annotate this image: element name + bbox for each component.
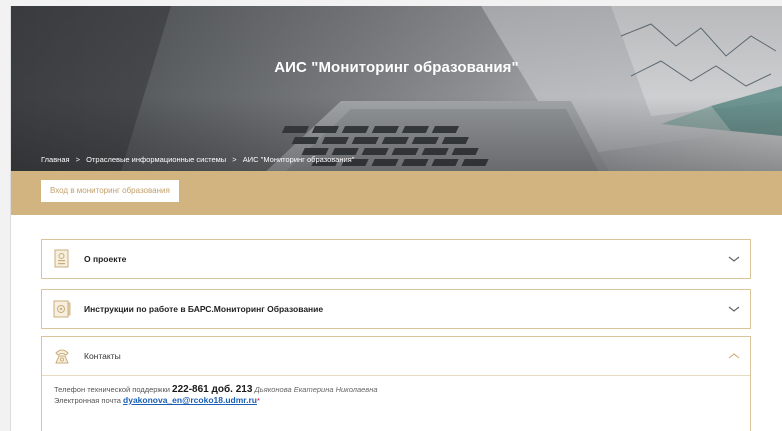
accordion-title: Инструкции по работе в БАРС.Мониторинг О…	[84, 304, 324, 314]
breadcrumb-link-systems[interactable]: Отраслевые информационные системы	[86, 155, 226, 164]
accordion-about: О проекте	[41, 239, 751, 279]
breadcrumb-link-home[interactable]: Главная	[41, 155, 70, 164]
hero-banner: АИС "Мониторинг образования" Главная > О…	[11, 6, 782, 171]
accordion-title: О проекте	[84, 254, 127, 264]
breadcrumb: Главная > Отраслевые информационные сист…	[41, 155, 354, 164]
instruction-book-icon	[53, 300, 71, 318]
page-title: АИС "Мониторинг образования"	[274, 59, 519, 76]
login-monitoring-button[interactable]: Вход в мониторинг образования	[41, 180, 179, 202]
document-icon	[54, 249, 69, 268]
accordion-title: Контакты	[84, 351, 121, 361]
page-frame: АИС "Мониторинг образования" Главная > О…	[10, 6, 782, 431]
breadcrumb-separator: >	[75, 155, 81, 164]
email-label: Электронная почта	[54, 396, 121, 405]
support-email-link[interactable]: dyakonova_en@rcoko18.udmr.ru	[123, 395, 257, 405]
chevron-down-icon[interactable]	[728, 254, 740, 264]
email-asterisk: *	[256, 396, 260, 405]
accordion-header-contacts[interactable]: Контакты	[42, 337, 750, 375]
accordion-header-about[interactable]: О проекте	[42, 240, 750, 278]
contact-person: Дьяконова Екатерина Николаевна	[254, 385, 378, 394]
action-band: Вход в мониторинг образования	[11, 171, 782, 215]
breadcrumb-separator: >	[232, 155, 237, 164]
accordion-instructions: Инструкции по работе в БАРС.Мониторинг О…	[41, 289, 751, 329]
chevron-down-icon[interactable]	[728, 304, 740, 314]
chevron-up-icon[interactable]	[728, 351, 740, 361]
phone-label: Телефон технической поддержки	[54, 385, 170, 394]
phone-number: 222-861 доб. 213	[172, 384, 253, 395]
support-phone-line: Телефон технической поддержки 222-861 до…	[54, 384, 738, 395]
support-email-line: Электронная почта dyakonova_en@rcoko18.u…	[54, 395, 738, 406]
breadcrumb-current: АИС "Мониторинг образования"	[242, 155, 355, 164]
hero-overlay	[11, 6, 782, 171]
phone-icon	[55, 349, 69, 364]
accordion-contacts: Контакты Телефон технической поддержки 2…	[41, 336, 751, 431]
accordion-header-instructions[interactable]: Инструкции по работе в БАРС.Мониторинг О…	[42, 290, 750, 328]
contacts-content: Телефон технической поддержки 222-861 до…	[42, 375, 750, 431]
